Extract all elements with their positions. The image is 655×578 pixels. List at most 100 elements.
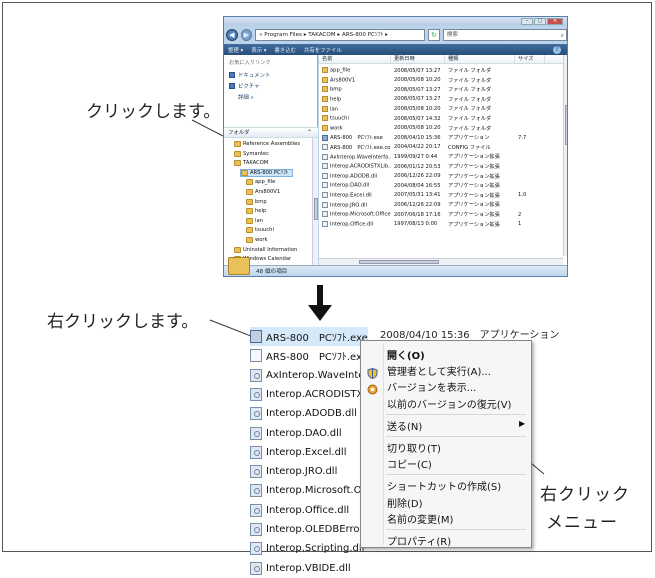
- views-button[interactable]: 表示 ▾: [251, 46, 266, 54]
- tree-item[interactable]: Reference Assemblies: [234, 140, 300, 148]
- menu-item[interactable]: 切り取り(T): [387, 440, 441, 455]
- tree-item[interactable]: Symantec: [234, 150, 269, 158]
- menu-separator: [386, 436, 526, 437]
- file-row[interactable]: lan 2008/05/08 10:20 ファイル フォルダ: [319, 104, 559, 113]
- file-row[interactable]: Interop.Office.dll 1997/08/13 0:00 アプリケーショ…: [319, 220, 559, 229]
- file-row[interactable]: work 2008/05/08 10:20 ファイル フォルダ: [319, 124, 559, 133]
- file-type: ファイル フォルダ: [448, 116, 492, 122]
- menu-item[interactable]: 開く(O): [387, 347, 425, 362]
- share-button[interactable]: 共有をファイル: [304, 46, 342, 54]
- folder-icon: [322, 76, 328, 83]
- folders-header[interactable]: フォルダ ⌃: [224, 127, 318, 138]
- zoomed-file-row[interactable]: Interop.Scripting.dll: [250, 539, 364, 558]
- back-button[interactable]: ◀: [226, 29, 238, 41]
- folder-icon: [322, 67, 328, 74]
- file-row[interactable]: ARS-800 PCｿﾌﾄ.exe.co... 2004/04/22 20:17 C…: [319, 143, 559, 152]
- search-box[interactable]: 検索 ⌕: [442, 29, 567, 41]
- file-row[interactable]: Ars800V1 2008/05/08 10:20 ファイル フォルダ: [319, 76, 559, 85]
- zoomed-file-row[interactable]: Interop.VBIDE.dll: [250, 559, 351, 578]
- favorites-more-link[interactable]: 詳細 »: [238, 93, 254, 101]
- zoomed-file-row[interactable]: Interop.DAO.dll: [250, 424, 342, 443]
- zoomed-file-row[interactable]: ARS-800 PCｿﾌﾄ.exe.c: [250, 346, 376, 365]
- column-size[interactable]: サイズ: [515, 55, 545, 63]
- column-type[interactable]: 種類: [445, 55, 515, 63]
- folder-icon: [322, 105, 328, 112]
- zoomed-file-row[interactable]: Interop.JRO.dll: [250, 462, 337, 481]
- zoomed-file-row[interactable]: Interop.ADODB.dll: [250, 404, 357, 423]
- file-list-hscrollbar[interactable]: [319, 258, 563, 265]
- zoomed-file-row[interactable]: Interop.ACRODISTXLI: [250, 385, 372, 404]
- forward-button[interactable]: ▶: [240, 29, 253, 41]
- file-icon: [322, 192, 328, 199]
- burn-button[interactable]: 書き込む: [274, 46, 296, 54]
- tree-item[interactable]: ARS-800 PCｿﾌﾄ: [240, 168, 294, 177]
- tree-item[interactable]: Uninstall Information: [234, 246, 297, 254]
- file-row[interactable]: Interop.JRO.dll 2006/12/26 22:09 アプリケーション拡…: [319, 200, 559, 209]
- zoomed-file-row[interactable]: Interop.Excel.dll: [250, 443, 346, 462]
- folder-icon: [322, 96, 328, 103]
- file-row[interactable]: bmp 2008/05/07 13:27 ファイル フォルダ: [319, 85, 559, 94]
- folder-icon: [246, 208, 253, 215]
- menu-item[interactable]: 削除(D): [387, 495, 423, 510]
- column-name[interactable]: 名前: [319, 55, 391, 63]
- tree-item[interactable]: TAKACOM: [234, 159, 268, 167]
- dll-icon: [250, 465, 262, 479]
- menu-item[interactable]: 名前の変更(M): [387, 511, 453, 526]
- menu-item[interactable]: 以前のバージョンの復元(V): [387, 396, 511, 411]
- file-date: 2006/12/26 22:09: [394, 201, 441, 208]
- tree-item-label: tsuuchi: [255, 227, 274, 234]
- favorite-documents[interactable]: ドキュメント: [229, 71, 270, 79]
- close-button[interactable]: ×: [547, 18, 563, 25]
- file-list-scrollbar[interactable]: [563, 55, 567, 256]
- tree-item[interactable]: bmp: [246, 198, 267, 206]
- menu-item[interactable]: バージョンを表示...: [387, 379, 476, 394]
- tree-item[interactable]: app_file: [246, 178, 275, 186]
- minimize-button[interactable]: –: [521, 18, 533, 25]
- maximize-button[interactable]: □: [534, 18, 546, 25]
- zoomed-file-row[interactable]: AxInterop.WaveInterf: [250, 366, 372, 385]
- menu-item[interactable]: 管理者として実行(A)...: [387, 363, 491, 378]
- organize-button[interactable]: 整理 ▾: [228, 46, 243, 54]
- folder-icon: [246, 198, 253, 205]
- file-row[interactable]: ARS-800 PCｿﾌﾄ.exe 2008/04/10 15:36 アプリケーショ…: [319, 133, 559, 142]
- file-row[interactable]: Interop.ACRODISTXLib... 2006/01/12 20:53 ア…: [319, 162, 559, 171]
- file-date: 2008/05/07 13:27: [394, 96, 441, 103]
- file-name: Interop.DAO.dll: [319, 182, 391, 189]
- version-icon: [367, 380, 378, 395]
- file-type: ファイル フォルダ: [448, 77, 492, 84]
- dll-icon: [250, 407, 262, 421]
- zoomed-file-row[interactable]: Interop.Office.dll: [250, 501, 349, 520]
- address-bar[interactable]: « Program Files ▸ TAKACOM ▸ ARS-800 PCｿﾌ…: [255, 29, 426, 41]
- file-row[interactable]: app_file 2008/05/07 13:27 ファイル フォルダ: [319, 66, 559, 75]
- file-row[interactable]: Interop.Microsoft.Office... 2007/06/18 17…: [319, 210, 559, 219]
- file-row[interactable]: Interop.DAO.dll 2004/08/04 16:55 アプリケーション拡…: [319, 181, 559, 190]
- file-row[interactable]: Interop.Excel.dll 2007/05/31 13:41 アプリケーショ…: [319, 191, 559, 200]
- tree-item[interactable]: lan: [246, 217, 263, 225]
- menu-item[interactable]: コピー(C): [387, 456, 432, 471]
- help-icon[interactable]: ?: [553, 45, 561, 54]
- zoomed-file-row[interactable]: Interop.Microsoft.Offic: [250, 481, 377, 500]
- file-row[interactable]: tsuuchi 2008/05/07 14:32 ファイル フォルダ: [319, 114, 559, 123]
- tree-item[interactable]: work: [246, 236, 268, 244]
- file-row[interactable]: Interop.ADODB.dll 2006/12/26 22:09 アプリケーショ…: [319, 172, 559, 181]
- file-row[interactable]: AxInterop.WaveInterfa... 1999/09/27 0:44 ア…: [319, 152, 559, 161]
- tree-item[interactable]: help: [246, 207, 266, 215]
- tree-scrollbar[interactable]: [312, 138, 318, 265]
- menu-item[interactable]: プロパティ(R): [387, 533, 451, 548]
- file-row[interactable]: help 2008/05/07 13:27 ファイル フォルダ: [319, 95, 559, 104]
- refresh-button[interactable]: ↻: [428, 29, 440, 41]
- favorite-pictures[interactable]: ピクチャ: [229, 82, 260, 90]
- menu-item[interactable]: 送る(N): [387, 418, 422, 433]
- file-date: 2008/05/07 13:27: [394, 67, 441, 74]
- tree-item[interactable]: Ars800V1: [246, 188, 280, 196]
- file-type: CONFIG ファイル: [448, 144, 491, 151]
- tree-item[interactable]: tsuuchi: [246, 226, 274, 234]
- menu-item[interactable]: ショートカットの作成(S): [387, 478, 501, 493]
- exe-icon: [250, 330, 262, 343]
- column-date[interactable]: 更新日時: [391, 55, 445, 63]
- zoomed-file-name: Interop.JRO.dll: [266, 466, 338, 478]
- zoomed-file-row[interactable]: Interop.OLEDBError.dl: [250, 520, 375, 539]
- folder-icon: [246, 179, 253, 186]
- zoomed-file-name: Interop.VBIDE.dll: [266, 562, 351, 574]
- zoomed-file-row[interactable]: ARS-800 PCｿﾌﾄ.exe: [250, 327, 368, 346]
